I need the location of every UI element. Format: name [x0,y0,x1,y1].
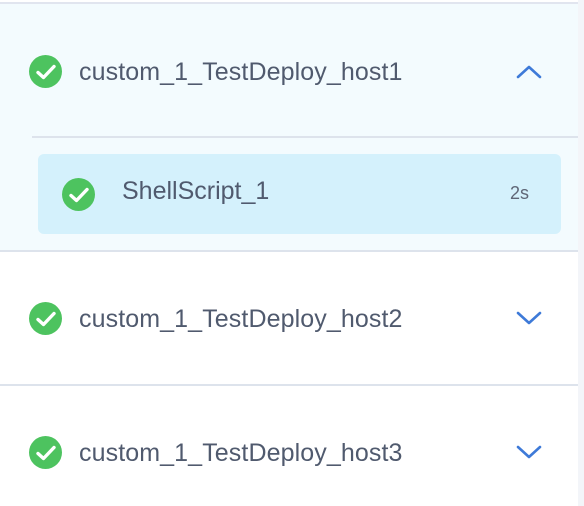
step-row-shellscript-1[interactable]: ShellScript_1 2s [38,154,561,234]
group-host2-label: custom_1_TestDeploy_host2 [79,305,403,333]
group-divider [0,384,578,386]
execution-groups-panel: custom_1_TestDeploy_host1 ShellScript_1 … [0,0,584,506]
group-host1: custom_1_TestDeploy_host1 ShellScript_1 … [0,4,578,250]
group-host1-label: custom_1_TestDeploy_host1 [79,58,403,86]
step-label: ShellScript_1 [122,177,270,205]
group-host1-divider [32,136,578,138]
check-circle-icon [62,178,95,211]
chevron-down-icon[interactable] [514,308,544,328]
scrollbar-track[interactable] [578,0,584,506]
check-circle-icon [29,436,62,469]
group-divider [0,250,578,252]
group-host1-header[interactable]: custom_1_TestDeploy_host1 [0,42,578,102]
chevron-down-icon[interactable] [514,442,544,462]
chevron-up-icon[interactable] [514,62,544,82]
group-host3-label: custom_1_TestDeploy_host3 [79,439,403,467]
check-circle-icon [29,55,62,88]
group-host3-header[interactable]: custom_1_TestDeploy_host3 [0,422,578,482]
step-duration: 2s [509,183,529,203]
check-circle-icon [29,302,62,335]
group-host2-header[interactable]: custom_1_TestDeploy_host2 [0,288,578,348]
